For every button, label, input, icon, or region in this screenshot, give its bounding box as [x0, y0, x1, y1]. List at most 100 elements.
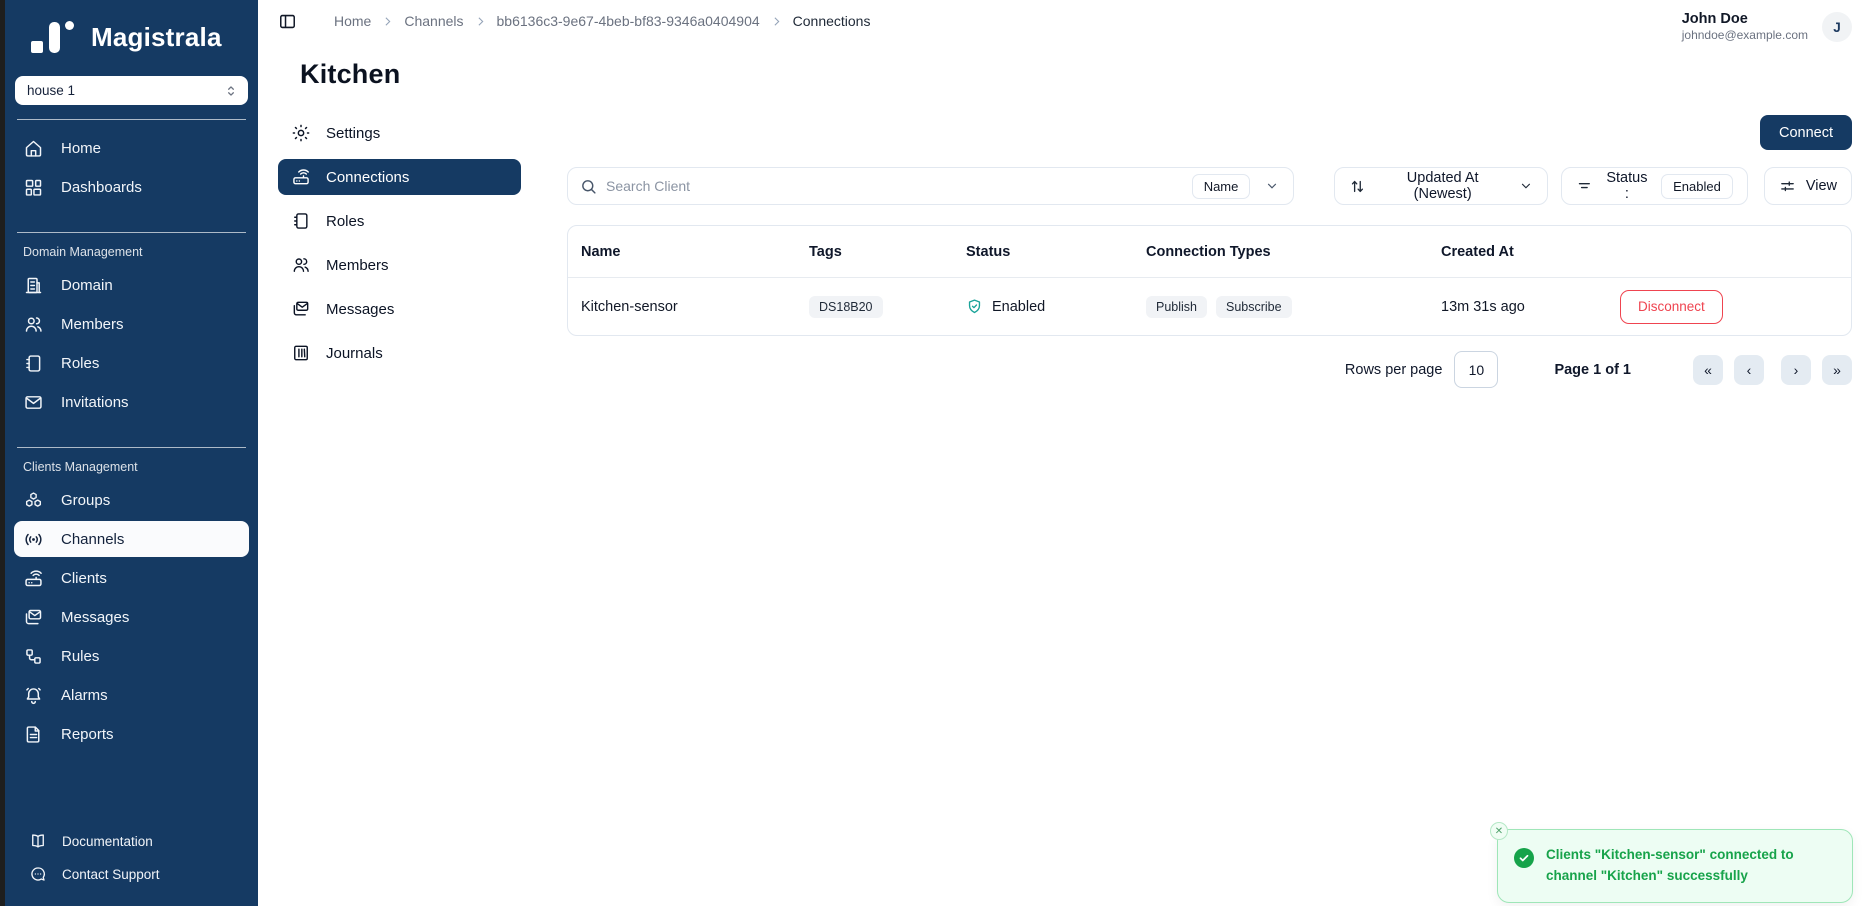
sidebar-item-label: Domain: [61, 277, 113, 294]
sidebar-toggle-icon[interactable]: [278, 12, 297, 36]
tab-settings[interactable]: Settings: [278, 115, 521, 151]
gear-icon: [291, 123, 311, 143]
status-filter-value[interactable]: Enabled: [1661, 174, 1733, 199]
status-filter-button[interactable]: Status : Enabled: [1561, 167, 1748, 205]
user-block: John Doe johndoe@example.com J: [1682, 10, 1852, 43]
first-page-button[interactable]: «: [1693, 355, 1723, 385]
sidebar-item-label: Clients: [61, 570, 107, 587]
sidebar-item-invitations[interactable]: Invitations: [14, 384, 249, 420]
sidebar-item-label: Groups: [61, 492, 110, 509]
tab-connections[interactable]: Connections: [278, 159, 521, 195]
building-icon: [23, 275, 44, 296]
sidebar: Magistrala house 1 Home Dashboards Domai…: [5, 0, 258, 906]
sidebar-item-reports[interactable]: Reports: [14, 716, 249, 752]
brand-logo: Magistrala: [5, 0, 258, 68]
connect-button[interactable]: Connect: [1760, 115, 1852, 150]
sidebar-item-label: Members: [61, 316, 124, 333]
pagination: Rows per page 10 Page 1 of 1 « ‹ › »: [567, 351, 1852, 388]
channel-tabs: Settings Connections Roles Members Messa…: [278, 115, 521, 388]
sidebar-item-label: Reports: [61, 726, 114, 743]
sort-button[interactable]: Updated At (Newest): [1334, 167, 1548, 205]
sidebar-item-channels[interactable]: Channels: [14, 521, 249, 557]
magistrala-logo-icon: [29, 20, 75, 54]
sidebar-item-dashboards[interactable]: Dashboards: [14, 169, 249, 205]
main-content: Home Channels bb6136c3-9e67-4beb-bf83-93…: [258, 0, 1867, 906]
chevron-up-down-icon: [224, 84, 238, 98]
column-header-name: Name: [568, 244, 796, 260]
sidebar-item-label: Contact Support: [62, 867, 160, 882]
cell-created-at: 13m 31s ago: [1428, 299, 1612, 315]
sidebar-item-label: Home: [61, 140, 101, 157]
sidebar-item-groups[interactable]: Groups: [14, 482, 249, 518]
tab-label: Messages: [326, 301, 394, 318]
sidebar-item-roles[interactable]: Roles: [14, 345, 249, 381]
broadcast-icon: [23, 529, 44, 550]
status-filter-label: Status :: [1603, 170, 1651, 202]
sidebar-item-label: Channels: [61, 531, 124, 548]
sidebar-item-documentation[interactable]: Documentation: [27, 826, 249, 856]
mail-stack-icon: [23, 607, 44, 628]
search-field-selector[interactable]: Name: [1192, 174, 1251, 199]
sidebar-item-rules[interactable]: Rules: [14, 638, 249, 674]
tab-messages[interactable]: Messages: [278, 291, 521, 327]
breadcrumb-channel-id[interactable]: bb6136c3-9e67-4beb-bf83-9346a0404904: [497, 13, 760, 29]
toast-message: Clients "Kitchen-sensor" connected to ch…: [1546, 845, 1836, 887]
router-icon: [23, 568, 44, 589]
file-text-icon: [23, 724, 44, 745]
sidebar-item-clients[interactable]: Clients: [14, 560, 249, 596]
users-icon: [291, 255, 311, 275]
connections-panel: Connect Name Updated At (Newest): [567, 115, 1852, 388]
sidebar-item-domain[interactable]: Domain: [14, 267, 249, 303]
view-button[interactable]: View: [1764, 167, 1852, 205]
breadcrumb-home[interactable]: Home: [334, 13, 371, 29]
breadcrumb-connections: Connections: [793, 13, 871, 29]
tab-label: Members: [326, 257, 389, 274]
rows-per-page-select[interactable]: 10: [1454, 351, 1498, 388]
hexagons-icon: [23, 490, 44, 511]
home-icon: [23, 138, 44, 159]
sidebar-item-members[interactable]: Members: [14, 306, 249, 342]
notebook-icon: [291, 211, 311, 231]
sort-arrows-icon: [1349, 178, 1366, 195]
toast-close-icon[interactable]: ✕: [1490, 822, 1508, 840]
search-input[interactable]: [606, 178, 1183, 194]
view-label: View: [1806, 178, 1837, 194]
previous-page-button[interactable]: ‹: [1734, 355, 1764, 385]
last-page-button[interactable]: »: [1822, 355, 1852, 385]
user-email: johndoe@example.com: [1682, 28, 1808, 43]
breadcrumb-channels[interactable]: Channels: [404, 13, 463, 29]
sidebar-footer: Documentation Contact Support: [5, 826, 258, 906]
tab-members[interactable]: Members: [278, 247, 521, 283]
column-header-connection-types: Connection Types: [1133, 244, 1428, 260]
tab-journals[interactable]: Journals: [278, 335, 521, 371]
tab-label: Settings: [326, 125, 380, 142]
table-row[interactable]: Kitchen-sensor DS18B20 Enabled Publish S…: [568, 278, 1851, 335]
sidebar-item-contact-support[interactable]: Contact Support: [27, 859, 249, 889]
connections-table: Name Tags Status Connection Types Create…: [567, 225, 1852, 336]
next-page-button[interactable]: ›: [1781, 355, 1811, 385]
breadcrumb: Home Channels bb6136c3-9e67-4beb-bf83-93…: [334, 13, 870, 29]
avatar[interactable]: J: [1822, 12, 1852, 42]
connection-type-badge: Publish: [1146, 296, 1207, 318]
user-name: John Doe: [1682, 10, 1808, 28]
brand-name: Magistrala: [91, 22, 222, 53]
sidebar-item-label: Alarms: [61, 687, 108, 704]
workspace-select[interactable]: house 1: [15, 76, 248, 105]
chevron-right-icon: [474, 15, 487, 28]
chevron-down-icon[interactable]: [1259, 179, 1285, 193]
tab-roles[interactable]: Roles: [278, 203, 521, 239]
sidebar-item-home[interactable]: Home: [14, 130, 249, 166]
sidebar-item-messages[interactable]: Messages: [14, 599, 249, 635]
envelope-icon: [23, 392, 44, 413]
tag-badge: DS18B20: [809, 296, 883, 318]
search-box: Name: [567, 167, 1294, 205]
sidebar-item-alarms[interactable]: Alarms: [14, 677, 249, 713]
disconnect-button[interactable]: Disconnect: [1620, 290, 1723, 324]
sidebar-item-label: Dashboards: [61, 179, 142, 196]
column-header-status: Status: [953, 244, 1133, 260]
connection-type-badge: Subscribe: [1216, 296, 1292, 318]
section-label-domain-management: Domain Management: [14, 233, 249, 267]
sidebar-item-label: Rules: [61, 648, 99, 665]
book-icon: [29, 832, 47, 850]
rules-icon: [23, 646, 44, 667]
